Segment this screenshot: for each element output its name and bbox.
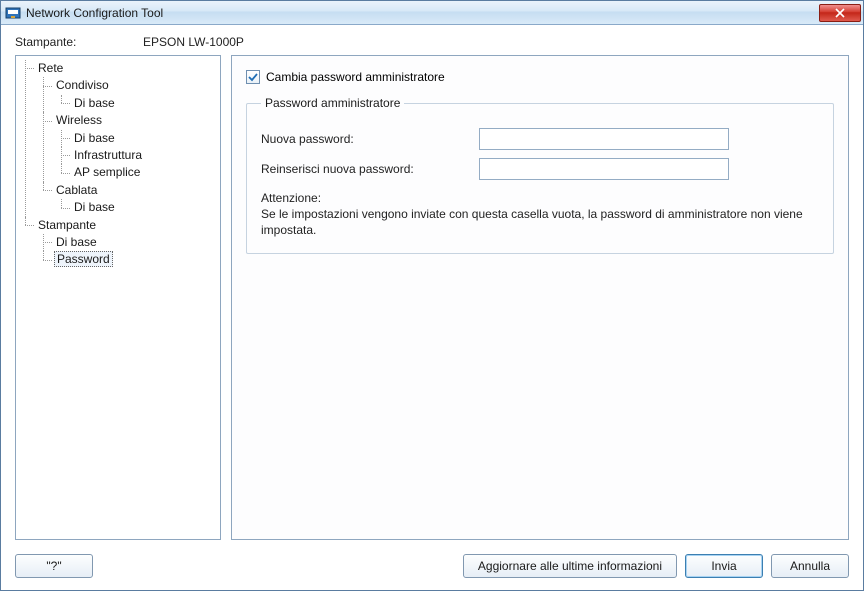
tree-node-stampante-password[interactable]: Password <box>54 251 113 267</box>
button-bar: "?" Aggiornare alle ultime informazioni … <box>1 548 863 590</box>
tree-node-cablata-base[interactable]: Di base <box>72 200 117 214</box>
cancel-button[interactable]: Annulla <box>771 554 849 578</box>
window-close-button[interactable] <box>819 4 861 22</box>
tree-node-wireless-ap[interactable]: AP semplice <box>72 165 142 179</box>
window-title: Network Configration Tool <box>26 6 819 20</box>
nav-tree: Rete Condiviso Di base Wireless Di base <box>15 55 221 540</box>
window-frame: Network Configration Tool Stampante: EPS… <box>0 0 864 591</box>
password-group: Password amministratore Nuova password: … <box>246 96 834 254</box>
tree-node-cablata[interactable]: Cablata <box>54 183 99 197</box>
confirm-password-label: Reinserisci nuova password: <box>261 162 471 176</box>
tree-node-wireless[interactable]: Wireless <box>54 113 104 127</box>
tree-node-rete[interactable]: Rete <box>36 61 65 75</box>
confirm-password-input[interactable] <box>479 158 729 180</box>
printer-value: EPSON LW-1000P <box>143 35 244 49</box>
warning-body: Se le impostazioni vengono inviate con q… <box>261 206 819 238</box>
new-password-input[interactable] <box>479 128 729 150</box>
refresh-button[interactable]: Aggiornare alle ultime informazioni <box>463 554 677 578</box>
send-button[interactable]: Invia <box>685 554 763 578</box>
tree-node-condiviso[interactable]: Condiviso <box>54 78 111 92</box>
header-row: Stampante: EPSON LW-1000P <box>1 25 863 55</box>
content-area: Rete Condiviso Di base Wireless Di base <box>1 55 863 548</box>
help-button[interactable]: "?" <box>15 554 93 578</box>
tree-node-stampante-base[interactable]: Di base <box>54 235 99 249</box>
tree-node-wireless-infra[interactable]: Infrastruttura <box>72 148 144 162</box>
tree-node-condiviso-base[interactable]: Di base <box>72 96 117 110</box>
titlebar: Network Configration Tool <box>1 1 863 25</box>
tree-node-stampante[interactable]: Stampante <box>36 218 98 232</box>
settings-panel: Cambia password amministratore Password … <box>231 55 849 540</box>
tree-node-wireless-base[interactable]: Di base <box>72 131 117 145</box>
change-password-label: Cambia password amministratore <box>266 70 445 84</box>
new-password-label: Nuova password: <box>261 132 471 146</box>
password-group-legend: Password amministratore <box>261 96 404 110</box>
change-password-checkbox[interactable] <box>246 70 260 84</box>
warning-block: Attenzione: Se le impostazioni vengono i… <box>261 190 819 239</box>
printer-label: Stampante: <box>15 35 143 49</box>
warning-title: Attenzione: <box>261 190 819 206</box>
check-icon <box>248 72 258 82</box>
close-icon <box>835 8 845 18</box>
app-icon <box>5 5 21 21</box>
